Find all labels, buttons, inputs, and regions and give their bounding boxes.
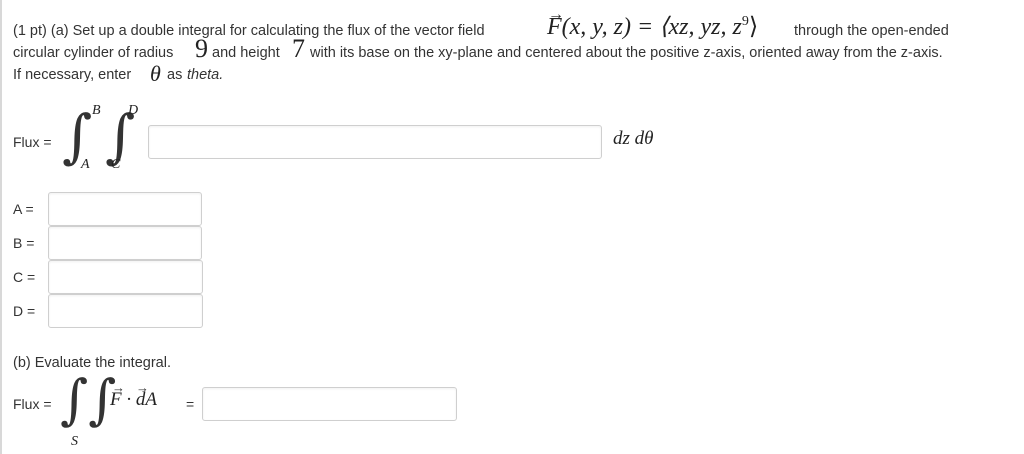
theta-symbol: θ bbox=[150, 61, 161, 86]
radius-value: 9 bbox=[195, 34, 208, 63]
line2-c: with its base on the xy-plane and center… bbox=[310, 45, 943, 61]
limit-d-input[interactable] bbox=[48, 294, 203, 328]
limit-b-input[interactable] bbox=[48, 226, 202, 260]
upper-limit-outer: B bbox=[92, 103, 101, 118]
height-value: 7 bbox=[292, 34, 305, 63]
line1-tail: through the open-ended bbox=[794, 23, 949, 39]
field-close-bracket: ⟩ bbox=[748, 14, 759, 40]
vector-arrow-icon: → bbox=[548, 6, 564, 23]
line3-theta-word: theta. bbox=[187, 67, 224, 83]
differentials: dz dθ bbox=[613, 128, 654, 149]
vector-arrow-icon: → bbox=[112, 380, 125, 395]
flux-label-b: Flux = bbox=[13, 396, 52, 412]
limit-label-a: A = bbox=[13, 201, 34, 217]
lower-limit-outer: A bbox=[81, 157, 90, 172]
flux-integrand: → → F · dA bbox=[110, 380, 157, 411]
part-a-prefix: (1 pt) (a) Set up a double integral for … bbox=[13, 23, 485, 39]
limit-label-b: B = bbox=[13, 235, 35, 251]
field-exponent: 9 bbox=[741, 14, 749, 29]
equals-sign: = bbox=[186, 396, 195, 412]
integrand-input[interactable] bbox=[148, 125, 602, 159]
field-lhs: F(x, y, z) = ⟨xz, yz, z bbox=[547, 14, 742, 40]
limit-a-input[interactable] bbox=[48, 192, 202, 226]
lower-limit-inner: C bbox=[111, 157, 121, 172]
line2-a: circular cylinder of radius bbox=[13, 45, 174, 61]
surface-integral-icon: ∫∫ bbox=[60, 368, 117, 431]
upper-limit-inner: D bbox=[128, 103, 139, 118]
line2-b: and height bbox=[212, 45, 280, 61]
vector-arrow-icon: → bbox=[136, 380, 149, 395]
flux-label-a: Flux = bbox=[13, 134, 52, 150]
line3-a: If necessary, enter bbox=[13, 67, 132, 83]
field-expression: → F(x, y, z) = ⟨xz, yz, z9⟩ bbox=[547, 6, 759, 40]
limit-c-input[interactable] bbox=[48, 260, 203, 294]
line3-b: as bbox=[167, 67, 183, 83]
limit-label-c: C = bbox=[13, 269, 36, 285]
limit-label-d: D = bbox=[13, 303, 36, 319]
surface-label: S bbox=[71, 434, 78, 449]
vector-field-formula: → F(x, y, z) = ⟨xz, yz, z9⟩ bbox=[547, 6, 759, 41]
flux-answer-input[interactable] bbox=[202, 387, 457, 421]
